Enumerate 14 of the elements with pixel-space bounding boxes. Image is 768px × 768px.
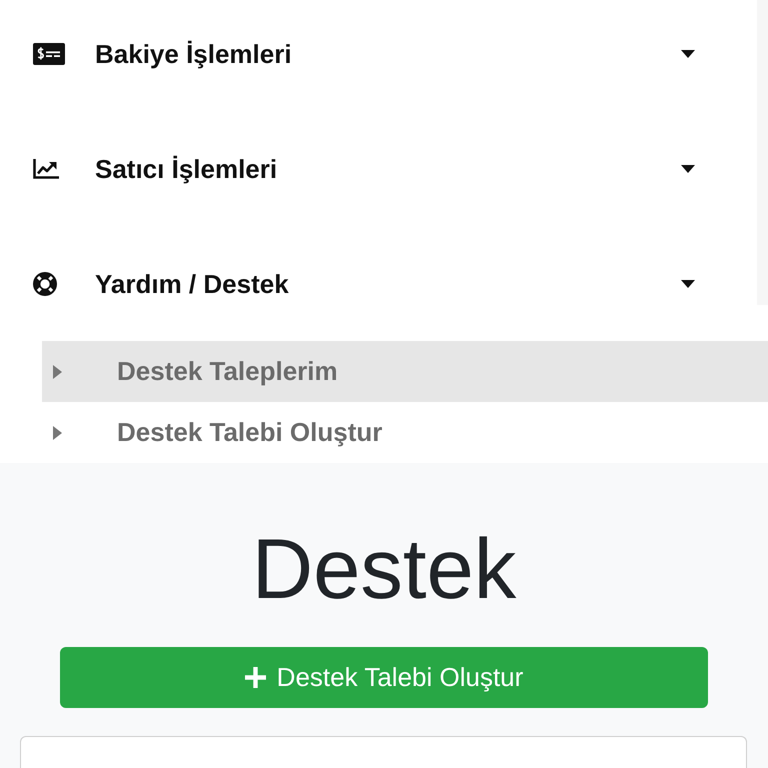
money-card-icon [33,43,65,65]
menu-item[interactable]: Satıcı İşlemleri [0,115,757,223]
menu-item[interactable]: Yardım / Destek [0,230,757,338]
page-title: Destek [252,521,516,619]
caret-down-icon [681,165,695,173]
menu-item[interactable]: Bakiye İşlemleri [0,0,757,108]
caret-down-icon [681,50,695,58]
line-chart-icon [33,159,59,179]
caret-down-icon [681,280,695,288]
caret-right-icon [53,364,62,378]
life-ring-icon [33,272,57,296]
plus-icon [244,667,266,688]
submenu-item[interactable]: Destek Taleplerim [42,341,768,402]
caret-right-icon [53,426,62,440]
